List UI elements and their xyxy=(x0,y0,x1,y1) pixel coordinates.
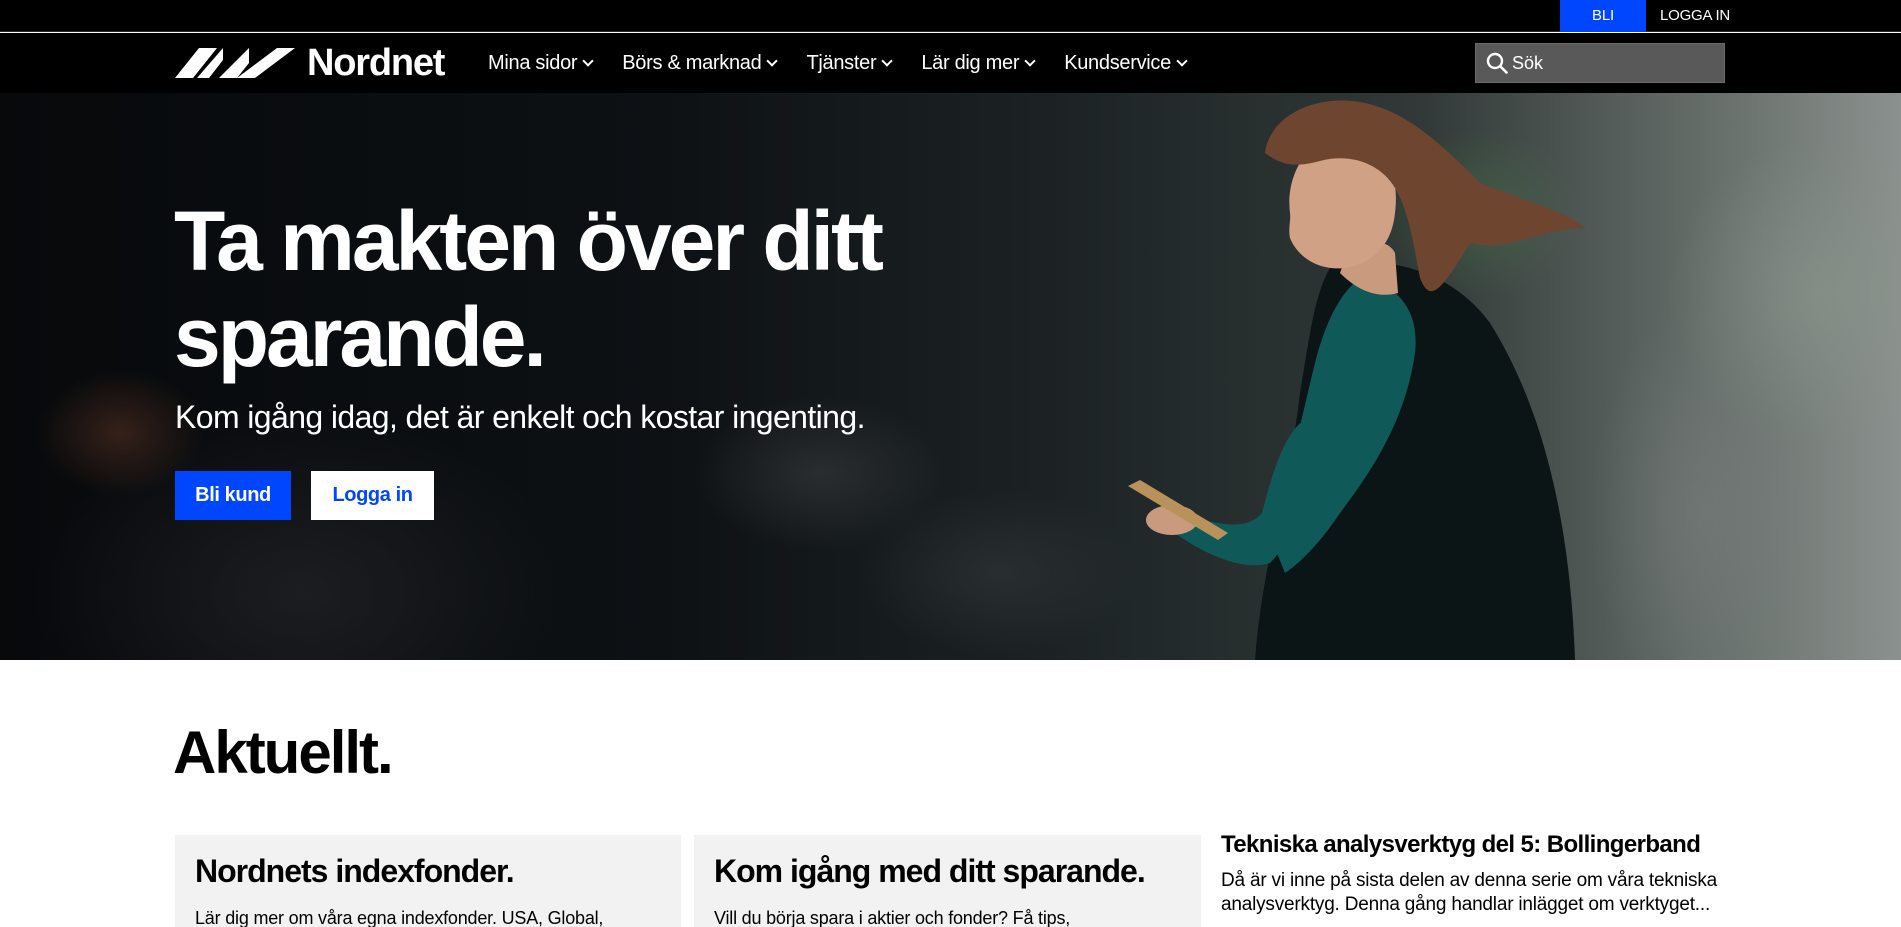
brand-name: Nordnet xyxy=(307,42,445,84)
hero-banner: Ta makten över ditt sparande. Kom igång … xyxy=(0,93,1901,660)
card-text: Vill du börja spara i aktier och fonder?… xyxy=(714,908,1071,927)
nav-item-label: Lär dig mer xyxy=(921,51,1020,74)
nav-item-mina-sidor[interactable]: Mina sidor xyxy=(488,51,594,75)
card-text: Lär dig mer om våra egna indexfonder. US… xyxy=(195,908,604,927)
search-input[interactable] xyxy=(1512,44,1717,82)
search-box[interactable] xyxy=(1475,43,1725,83)
news-text: Då är vi inne på sista delen av denna se… xyxy=(1221,870,1717,915)
chevron-down-icon xyxy=(881,55,893,67)
chevron-down-icon xyxy=(1176,55,1188,67)
nav-item-kundservice[interactable]: Kundservice xyxy=(1064,51,1188,75)
search-icon xyxy=(1486,52,1508,74)
main-nav: Nordnet Mina sidor Börs & marknad Tjänst… xyxy=(0,33,1901,93)
chevron-down-icon xyxy=(766,55,779,67)
nordnet-logo-icon xyxy=(175,48,295,78)
become-customer-link[interactable]: BLI KUND xyxy=(1560,0,1646,56)
bli-kund-button[interactable]: Bli kund xyxy=(175,471,291,520)
login-link[interactable]: LOGGA IN xyxy=(1646,0,1744,32)
nav-item-label: Kundservice xyxy=(1064,51,1171,74)
chevron-down-icon xyxy=(582,55,594,67)
nav-item-label: Tjänster xyxy=(806,51,877,74)
chevron-down-icon xyxy=(1024,55,1036,67)
card-title: Nordnets indexfonder. xyxy=(195,853,515,889)
card-kom-igang[interactable]: Kom igång med ditt sparande. Vill du bör… xyxy=(694,835,1201,927)
news-item[interactable]: Tekniska analysverktyg del 5: Bollingerb… xyxy=(1221,831,1726,917)
nordnet-logo[interactable]: Nordnet xyxy=(175,42,445,84)
card-title: Kom igång med ditt sparande. xyxy=(714,853,1146,889)
nav-item-lar-dig-mer[interactable]: Lär dig mer xyxy=(921,51,1036,75)
nav-item-tjanster[interactable]: Tjänster xyxy=(806,51,893,75)
nav-item-label: Mina sidor xyxy=(488,51,578,74)
utility-bar: BLI KUND LOGGA IN xyxy=(0,0,1901,56)
nav-item-bors-marknad[interactable]: Börs & marknad xyxy=(622,51,779,75)
hero-title: Ta makten över ditt sparande. xyxy=(174,194,884,384)
news-title[interactable]: Tekniska analysverktyg del 5: Bollingerb… xyxy=(1221,831,1726,859)
logga-in-button[interactable]: Logga in xyxy=(311,471,434,520)
nav-menu: Mina sidor Börs & marknad Tjänster Lär d… xyxy=(488,33,1216,93)
section-title-aktuellt: Aktuellt. xyxy=(173,719,394,786)
hero-subtitle: Kom igång idag, det är enkelt och kostar… xyxy=(175,399,865,435)
nav-item-label: Börs & marknad xyxy=(622,51,762,74)
card-indexfonder[interactable]: Nordnets indexfonder. Lär dig mer om vår… xyxy=(175,835,681,927)
